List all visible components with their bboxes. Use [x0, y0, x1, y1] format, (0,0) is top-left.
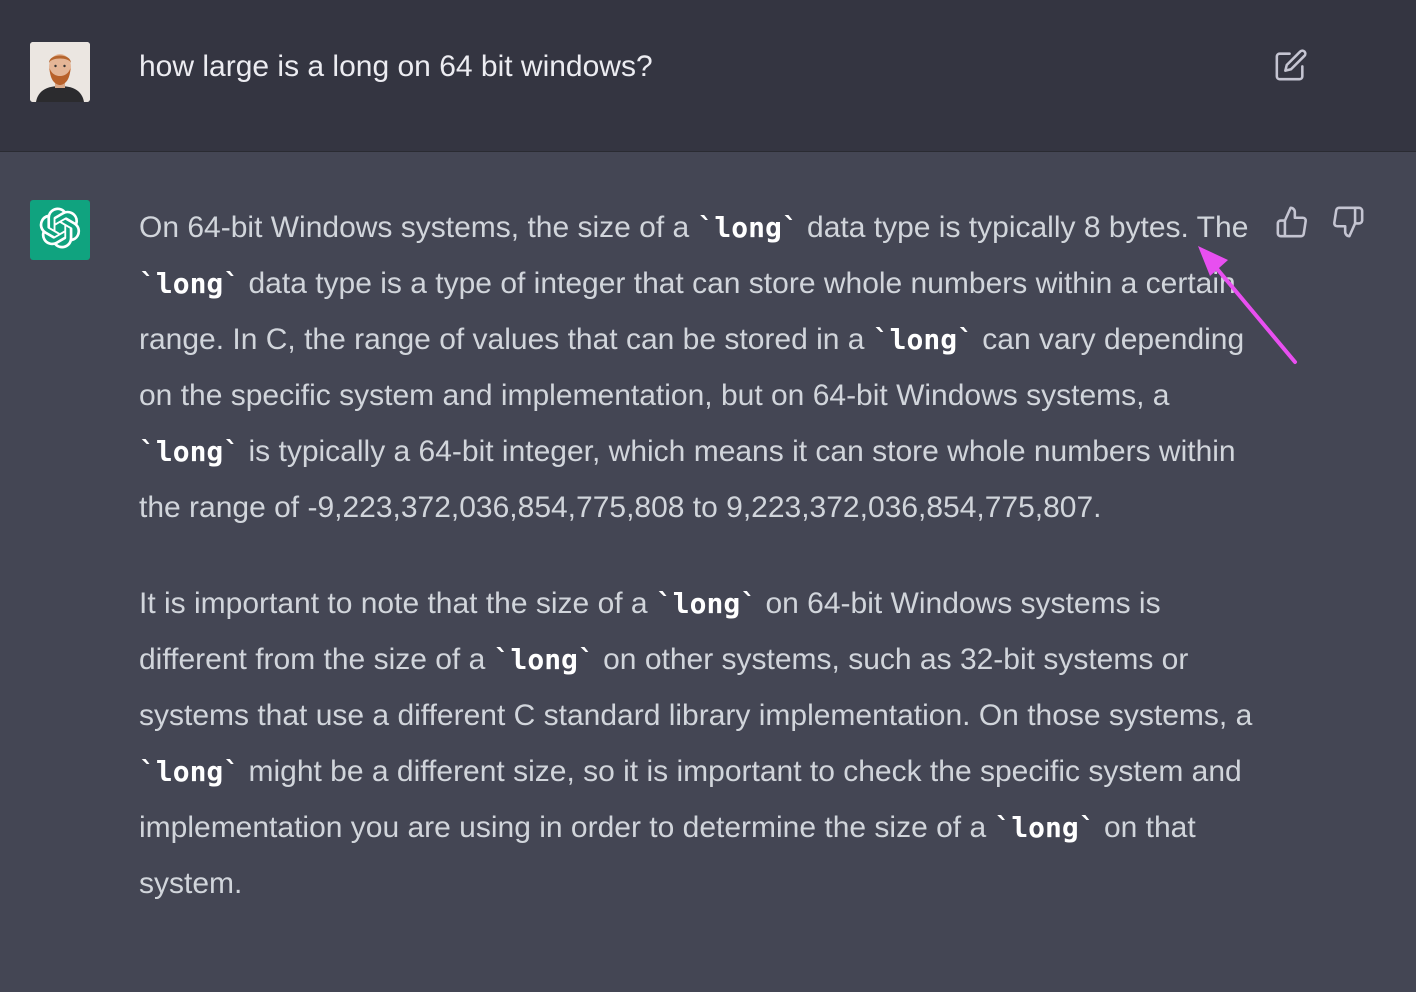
answer-paragraph-2: It is important to note that the size of…	[139, 576, 1259, 912]
user-message-text: how large is a long on 64 bit windows?	[139, 50, 653, 83]
answer-paragraph-1: On 64-bit Windows systems, the size of a…	[139, 200, 1259, 536]
answer-text: It is important to note that the size of…	[139, 587, 656, 620]
inline-code: `long`	[139, 435, 241, 468]
answer-text: On 64-bit Windows systems, the size of a	[139, 211, 698, 244]
inline-code: `long`	[139, 755, 241, 788]
inline-code: `long`	[493, 643, 595, 676]
assistant-avatar	[30, 200, 90, 260]
inline-code: `long`	[994, 811, 1096, 844]
inline-code: `long`	[139, 267, 241, 300]
answer-text: data type is typically 8 bytes. The	[798, 211, 1249, 244]
inline-code: `long`	[655, 587, 758, 620]
user-avatar	[30, 42, 90, 102]
user-message-row: how large is a long on 64 bit windows?	[0, 0, 1416, 152]
assistant-message-text: On 64-bit Windows systems, the size of a…	[139, 200, 1259, 912]
thumbs-up-icon	[1275, 205, 1309, 244]
thumbs-down-button[interactable]	[1328, 204, 1368, 244]
thumbs-up-button[interactable]	[1272, 204, 1312, 244]
annotation-arrow	[1198, 246, 1297, 364]
inline-code: `long`	[697, 211, 799, 244]
answer-text: is typically a 64-bit integer, which mea…	[139, 435, 1236, 524]
thumbs-down-icon	[1331, 205, 1365, 244]
edit-icon	[1274, 48, 1308, 87]
inline-code: `long`	[872, 323, 974, 356]
edit-message-button[interactable]	[1272, 48, 1310, 86]
openai-logo-icon	[39, 207, 81, 254]
